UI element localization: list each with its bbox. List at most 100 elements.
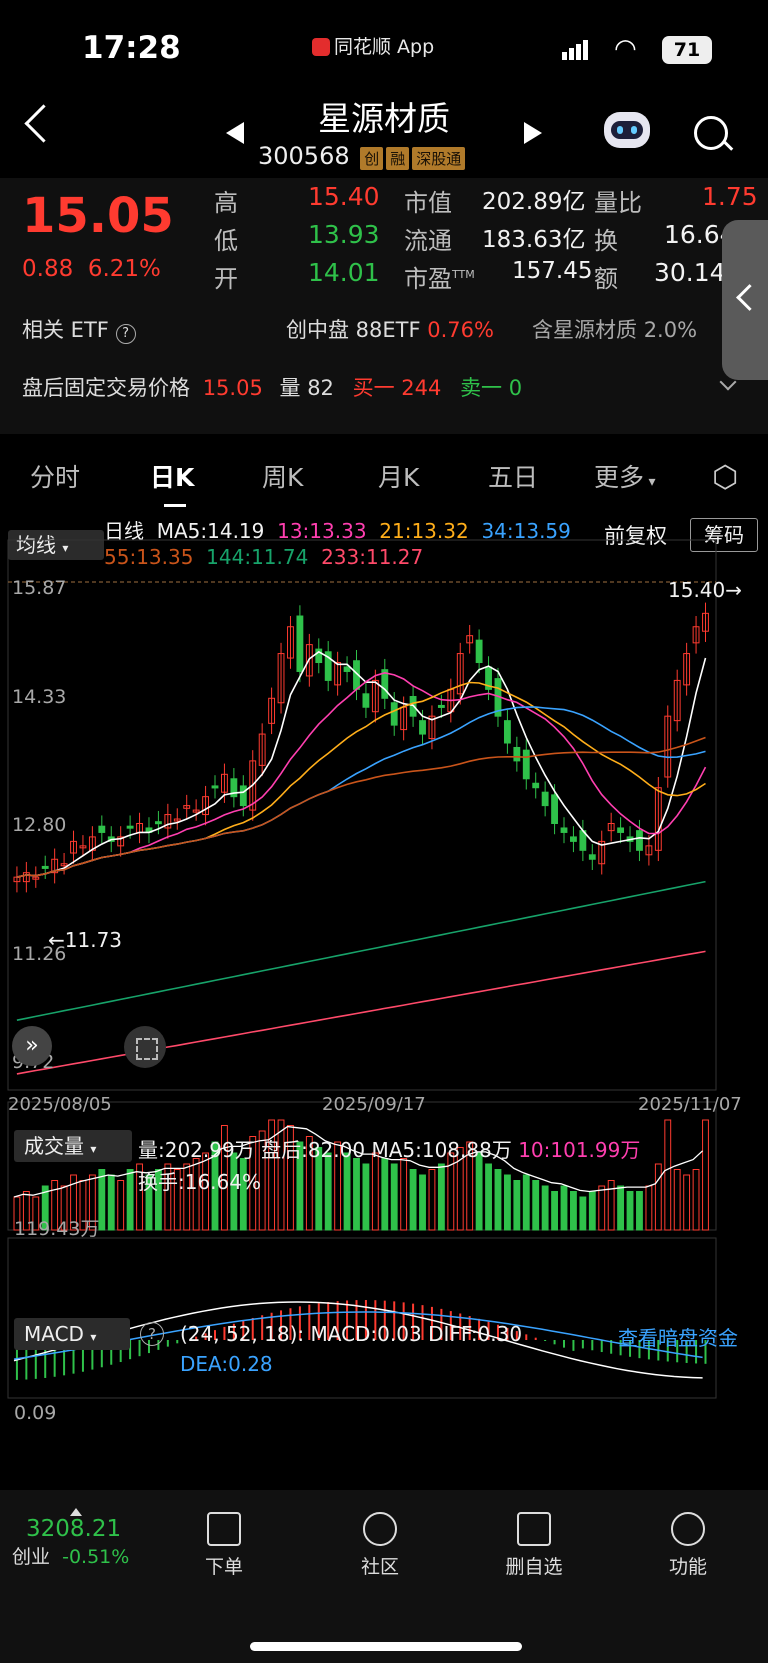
macd-y-label: 0.09 — [14, 1402, 57, 1424]
tab-intraday[interactable]: 分时 — [30, 458, 80, 494]
high-value: 15.40 — [308, 182, 380, 211]
volume-bar — [702, 1119, 709, 1231]
candle-body — [154, 821, 162, 825]
index-ticker[interactable]: 3208.21 创业 -0.51% — [12, 1508, 152, 1569]
candle-body — [570, 836, 577, 842]
battery-indicator: 71 — [662, 36, 712, 64]
volume-selector[interactable]: 成交量 ▾ — [14, 1130, 132, 1162]
volume-bar — [664, 1119, 672, 1231]
candle-body — [522, 749, 530, 780]
candle-body — [541, 791, 549, 807]
macd-dea: DEA:0.28 — [180, 1352, 273, 1376]
candle-body — [98, 825, 106, 833]
stock-code-row: 300568 创融深股通 — [258, 142, 466, 170]
volume-bar — [588, 1191, 596, 1231]
candle-body — [362, 693, 370, 708]
candle-body — [343, 666, 351, 672]
open-label: 开 — [214, 265, 238, 293]
robot-assistant-icon[interactable] — [604, 112, 650, 148]
candle-body — [560, 827, 568, 833]
low-label: 低 — [214, 227, 238, 255]
fullscreen-icon[interactable] — [124, 1026, 166, 1068]
pe-label: 市盈TTM — [404, 265, 475, 293]
volume-bar — [617, 1185, 625, 1231]
info-icon[interactable]: ? — [115, 324, 136, 344]
candle-body — [126, 825, 134, 829]
volume-bar — [654, 1163, 662, 1231]
status-app-name: 同花顺 App — [312, 32, 434, 59]
y-label-3: 12.80 — [12, 814, 67, 836]
amount-label: 额 — [594, 265, 618, 293]
candle-body — [475, 639, 483, 664]
macd-help-icon[interactable]: ? — [140, 1322, 164, 1346]
badge-rong: 融 — [386, 147, 410, 170]
minus-square-icon — [517, 1512, 551, 1546]
candle-body — [636, 830, 643, 851]
volume-bar — [117, 1180, 125, 1231]
volume-bar — [98, 1169, 106, 1231]
candle-body — [390, 702, 398, 726]
volume-bar — [107, 1174, 115, 1231]
volume-bar — [598, 1185, 606, 1231]
settings-hexagon-icon[interactable]: ⬡ — [712, 460, 738, 495]
remove-watchlist-button[interactable]: 删自选 — [494, 1512, 574, 1579]
search-icon[interactable] — [694, 116, 728, 150]
tab-monthly-k[interactable]: 月K — [378, 458, 419, 494]
candle-body — [617, 827, 625, 833]
x-label-2: 2025/09/17 — [322, 1094, 426, 1115]
ma233-line — [16, 950, 706, 1075]
volume-bar — [437, 1163, 445, 1231]
volume-ratio-value: 1.75 — [702, 182, 758, 211]
candle-body — [437, 704, 445, 708]
period-tabs: 分时 日K 周K 月K 五日 更多 ▾ ⬡ — [0, 448, 768, 514]
volume-ratio-label: 量比 — [594, 189, 642, 217]
y-label-top: 15.87 — [12, 577, 67, 599]
candle-body — [588, 854, 596, 860]
quote-panel: 15.05 0.88 6.21% 高 15.40 低 13.93 开 14.01… — [0, 178, 768, 434]
home-indicator — [250, 1642, 522, 1651]
tab-five-day[interactable]: 五日 — [488, 458, 538, 494]
volume-bar — [390, 1163, 398, 1231]
tab-more[interactable]: 更多 ▾ — [594, 458, 656, 494]
tab-weekly-k[interactable]: 周K — [262, 458, 303, 494]
macd-selector[interactable]: MACD ▾ — [14, 1318, 130, 1350]
volume-bar — [513, 1180, 521, 1231]
related-etf-row[interactable]: 相关 ETF ? 创中盘 88ETF 0.76% 含星源材质 2.0% — [22, 314, 722, 344]
volume-bar — [522, 1174, 530, 1231]
functions-button[interactable]: 功能 — [648, 1512, 728, 1579]
wifi-icon: ◠ — [614, 34, 637, 64]
prev-stock-arrow-icon[interactable] — [226, 122, 244, 144]
amount-value: 30.14 — [654, 258, 726, 287]
collapse-sidebar-icon[interactable]: » — [12, 1026, 52, 1066]
volume-bar — [381, 1158, 389, 1231]
next-stock-arrow-icon[interactable] — [524, 122, 542, 144]
x-label-3: 2025/11/07 — [638, 1094, 742, 1115]
price-change: 0.88 6.21% — [22, 256, 161, 282]
community-button[interactable]: 社区 — [340, 1512, 420, 1579]
stock-name: 星源材质 — [318, 99, 450, 138]
y-label-2: 14.33 — [12, 686, 67, 708]
low-value: 13.93 — [308, 220, 380, 249]
up-triangle-icon — [70, 1508, 82, 1516]
badge-chuang: 创 — [360, 147, 384, 170]
mcap-value: 202.89亿 — [482, 189, 586, 215]
price-panel-frame — [7, 539, 717, 1091]
volume-bar — [428, 1169, 436, 1231]
volume-bar — [343, 1152, 351, 1231]
volume-bar — [607, 1180, 615, 1231]
volume-bar — [532, 1180, 540, 1231]
status-time: 17:28 — [82, 30, 181, 66]
tab-daily-k[interactable]: 日K — [150, 458, 194, 494]
low-price-marker: ←11.73 — [48, 928, 123, 952]
high-price-marker: 15.40→ — [668, 578, 743, 602]
volume-bar — [419, 1174, 426, 1231]
menu-lines-icon — [671, 1512, 705, 1546]
order-button[interactable]: 下单 — [184, 1512, 264, 1579]
after-hours-row[interactable]: 盘后固定交易价格 15.05 量 82 买一 244 卖一 0 — [22, 372, 762, 402]
x-label-1: 2025/08/05 — [8, 1094, 112, 1115]
volume-bar — [692, 1169, 700, 1231]
candle-body — [296, 615, 304, 672]
candle-body — [551, 794, 558, 824]
side-drawer-handle[interactable] — [722, 220, 768, 380]
dark-pool-link[interactable]: 查看暗盘资金 — [618, 1322, 738, 1351]
